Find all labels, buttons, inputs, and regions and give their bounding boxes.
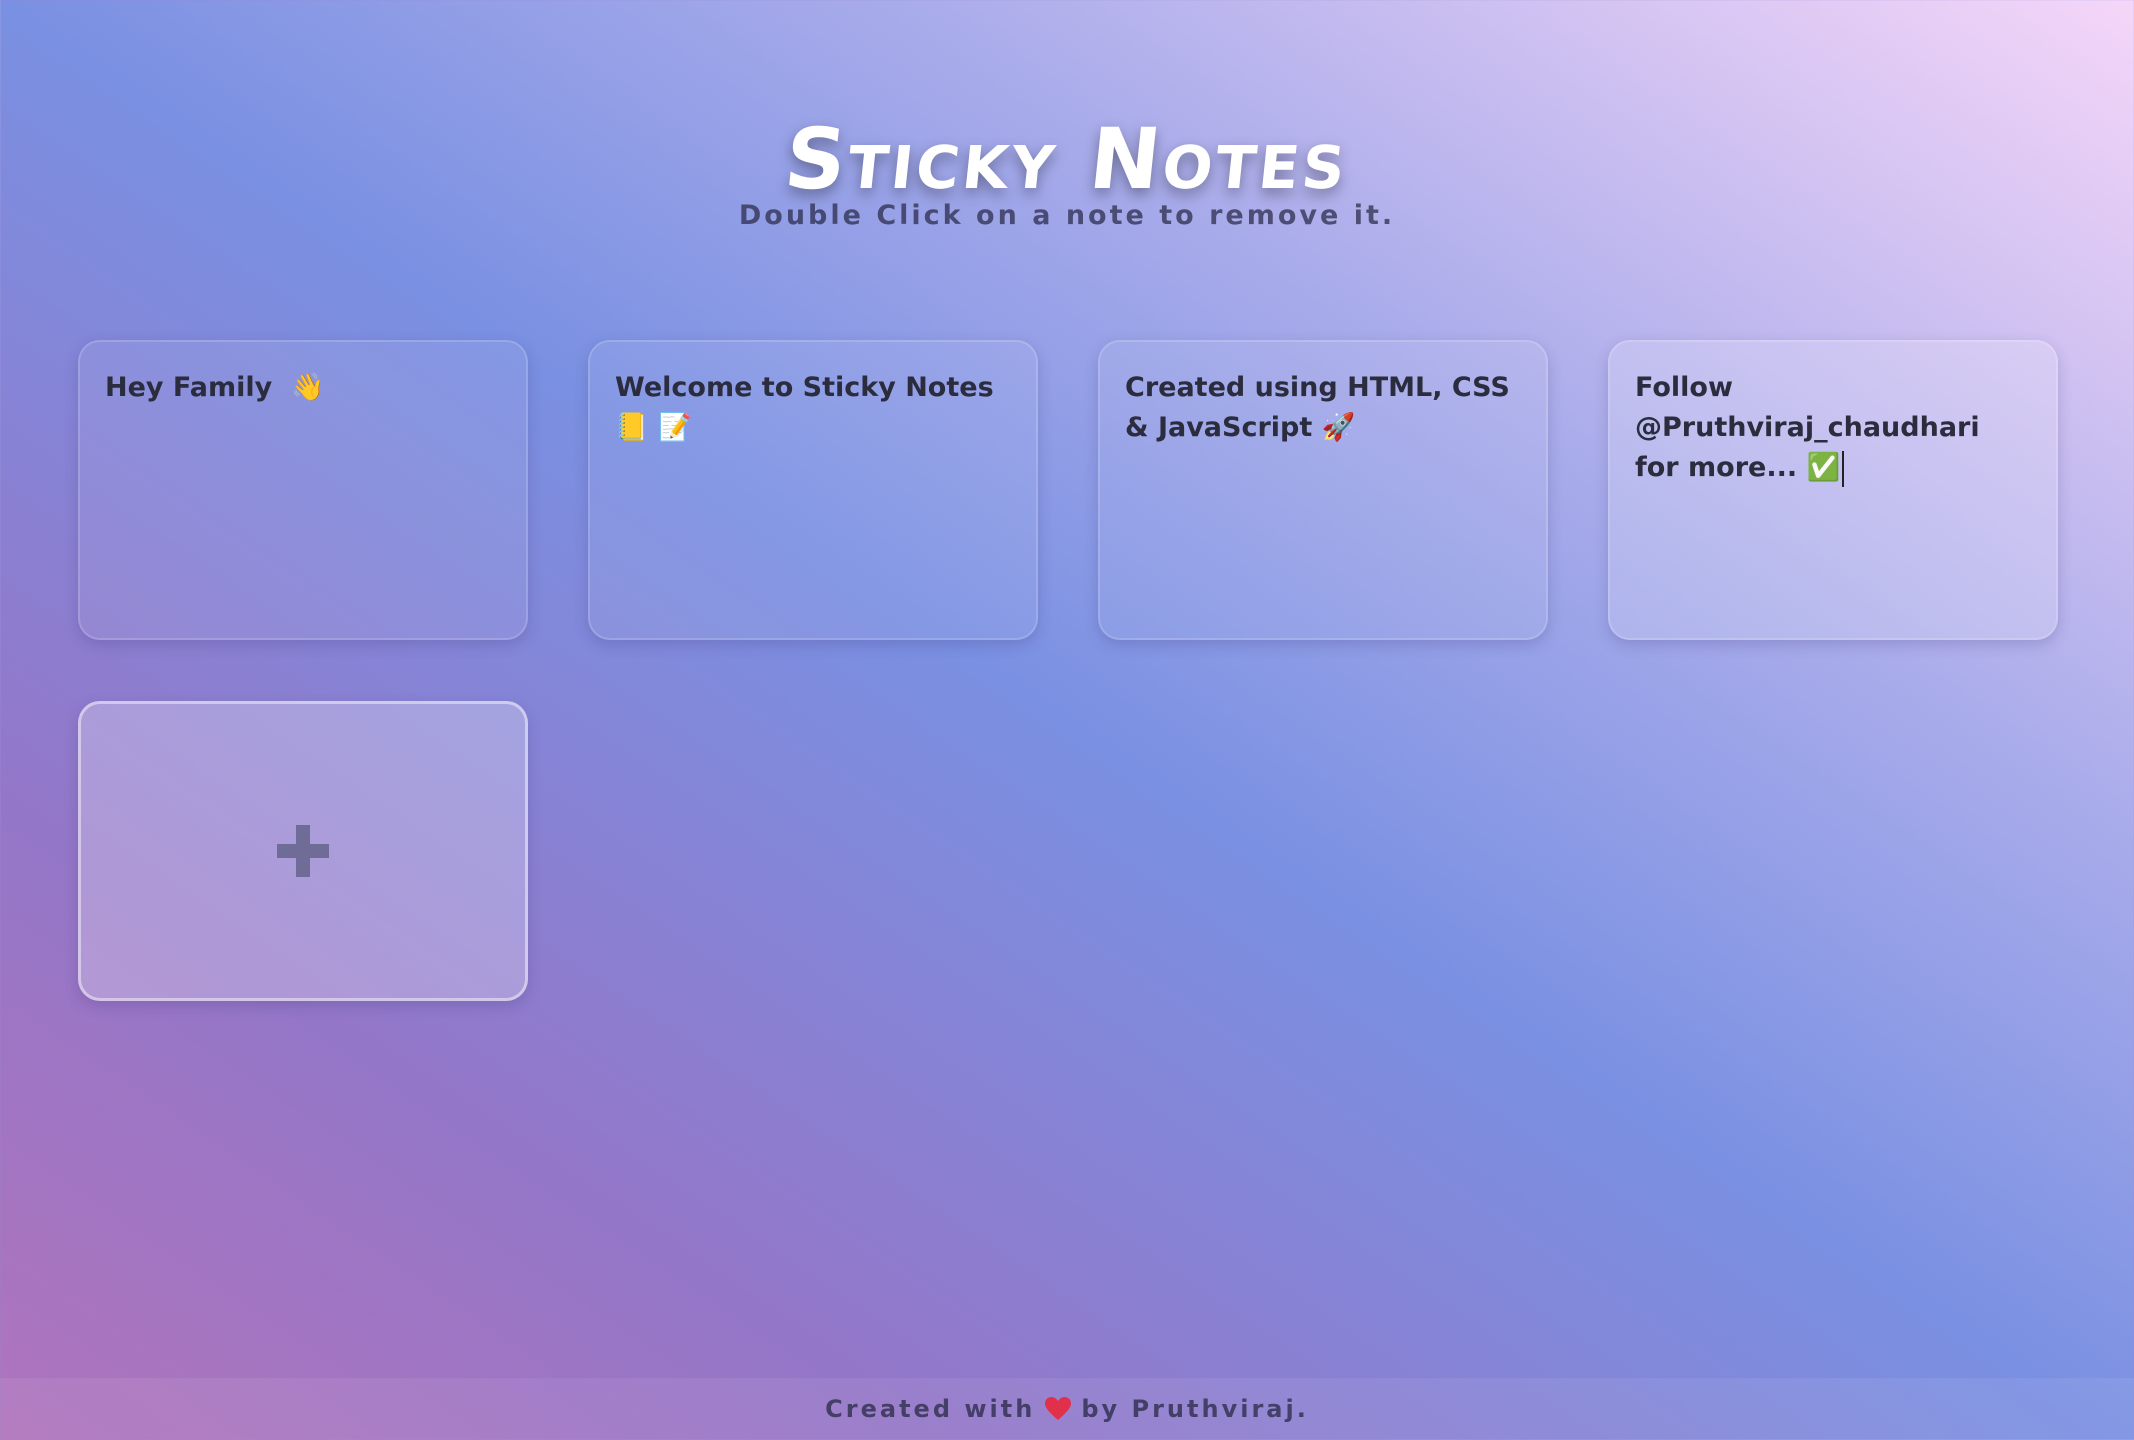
page-title: Sticky Notes (780, 110, 1354, 209)
plus-icon (277, 825, 329, 877)
sticky-note[interactable]: Hey Family 👋 (78, 340, 528, 640)
sticky-note[interactable]: Created using HTML, CSS & JavaScript 🚀 (1098, 340, 1548, 640)
footer-suffix: by Pruthviraj. (1081, 1395, 1309, 1423)
footer: Created with by Pruthviraj. (0, 1378, 2134, 1440)
text-cursor (1842, 450, 1845, 487)
sticky-note-active[interactable]: Follow @Pruthviraj_chaudhari for more...… (1608, 340, 2058, 640)
sticky-note-text[interactable]: Follow @Pruthviraj_chaudhari for more...… (1635, 372, 1989, 483)
sticky-note[interactable]: Welcome to Sticky Notes 📒 📝 (588, 340, 1038, 640)
page-subtitle: Double Click on a note to remove it. (738, 200, 1396, 231)
footer-prefix: Created with (825, 1395, 1036, 1423)
heart-icon (1045, 1397, 1072, 1420)
add-note-button[interactable] (78, 701, 528, 1001)
